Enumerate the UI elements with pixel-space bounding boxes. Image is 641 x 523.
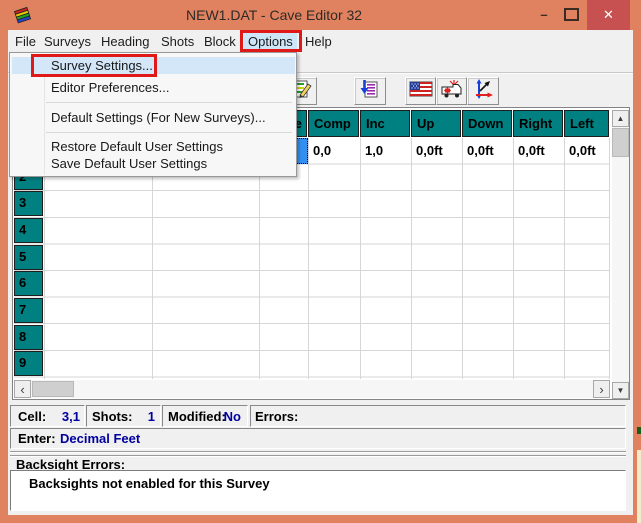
menu-shots[interactable]: Shots — [157, 33, 198, 52]
status-errors-panel: Errors: — [250, 405, 626, 427]
cell-right[interactable]: 0,0ft — [513, 138, 563, 164]
errors-label: Errors: — [255, 409, 298, 424]
annotation-survey-settings-box — [31, 54, 157, 77]
modified-value: No — [224, 409, 241, 424]
menu-file[interactable]: File — [11, 33, 40, 52]
status-modified-panel: Modified: No — [162, 405, 248, 427]
hscroll-left-button[interactable]: ‹ — [14, 380, 31, 398]
import-surveys-button[interactable] — [354, 77, 386, 105]
scroll-left-icon: ‹ — [20, 382, 24, 397]
ambulance-button[interactable] — [436, 77, 467, 105]
row-header-5[interactable]: 5 — [14, 245, 43, 270]
ambulance-icon — [440, 78, 464, 105]
vscroll-down-button[interactable]: ▼ — [612, 382, 629, 399]
scroll-up-icon: ▲ — [617, 114, 625, 123]
desktop-artifact — [637, 450, 641, 523]
row-header-7[interactable]: 7 — [14, 298, 43, 323]
app-icon — [13, 5, 33, 25]
cell-left[interactable]: 0,0ft — [564, 138, 609, 164]
annotation-options-box — [240, 30, 302, 52]
divider — [10, 451, 626, 453]
hscrollbar-thumb[interactable] — [32, 381, 74, 397]
window-frame: NEW1.DAT - Cave Editor 32 – ✕ File Surve… — [0, 0, 641, 523]
shots-label: Shots: — [92, 409, 132, 424]
modified-label: Modified: — [168, 409, 226, 424]
column-header-up[interactable]: Up — [411, 110, 461, 137]
menu-item-editor-preferences[interactable]: Editor Preferences... — [51, 80, 170, 96]
menu-block[interactable]: Block — [200, 33, 240, 52]
cell-value: 3,1 — [62, 409, 80, 424]
hscrollbar-track[interactable] — [14, 380, 610, 398]
menu-help[interactable]: Help — [301, 33, 336, 52]
cell-comp[interactable]: 0,0 — [308, 138, 359, 164]
shots-value: 1 — [148, 409, 155, 424]
desktop-artifact — [637, 427, 641, 434]
cell-up[interactable]: 0,0ft — [411, 138, 461, 164]
cell-down[interactable]: 0,0ft — [462, 138, 512, 164]
vscroll-up-button[interactable]: ▲ — [612, 110, 629, 127]
column-header-inc[interactable]: Inc — [360, 110, 410, 137]
column-header-down[interactable]: Down — [462, 110, 512, 137]
scroll-right-icon: › — [599, 382, 603, 397]
status-shots-panel: Shots: 1 — [86, 405, 161, 427]
menu-surveys[interactable]: Surveys — [40, 33, 95, 52]
hscroll-right-button[interactable]: › — [593, 380, 610, 398]
cell-inc[interactable]: 1,0 — [360, 138, 410, 164]
menubar: File Surveys Heading Shots Block Options… — [8, 30, 633, 52]
status-cell-panel: Cell: 3,1 — [10, 405, 85, 427]
column-header-right[interactable]: Right — [513, 110, 563, 137]
enter-label: Enter: — [18, 431, 56, 446]
menu-separator — [46, 132, 292, 133]
menu-item-save-defaults[interactable]: Save Default User Settings — [51, 156, 207, 172]
row-header-6[interactable]: 6 — [14, 271, 43, 296]
column-header-comp[interactable]: Comp — [308, 110, 359, 137]
import-surveys-icon — [359, 78, 381, 105]
us-flag-button[interactable] — [405, 77, 436, 105]
axes-icon — [472, 78, 494, 105]
titlebar: NEW1.DAT - Cave Editor 32 – ✕ — [0, 0, 641, 30]
status-enter-panel: Enter: Decimal Feet — [10, 428, 626, 449]
backsight-message: Backsights not enabled for this Survey — [29, 476, 270, 491]
row-header-8[interactable]: 8 — [14, 325, 43, 350]
minimize-button[interactable]: – — [532, 0, 556, 28]
vscrollbar-thumb[interactable] — [612, 128, 629, 157]
window-title: NEW1.DAT - Cave Editor 32 — [186, 7, 362, 23]
us-flag-icon — [409, 80, 433, 103]
menu-item-restore-defaults[interactable]: Restore Default User Settings — [51, 139, 223, 155]
menu-item-default-settings[interactable]: Default Settings (For New Surveys)... — [51, 110, 266, 126]
row-header-3[interactable]: 3 — [14, 191, 43, 216]
cell-label: Cell: — [18, 409, 46, 424]
close-icon: ✕ — [603, 7, 614, 23]
maximize-button[interactable] — [558, 0, 584, 28]
close-button[interactable]: ✕ — [587, 0, 630, 30]
backsight-errors-box: Backsights not enabled for this Survey — [10, 470, 626, 511]
menu-separator — [46, 102, 292, 103]
row-header-4[interactable]: 4 — [14, 218, 43, 243]
enter-value: Decimal Feet — [60, 431, 140, 446]
column-header-left[interactable]: Left — [564, 110, 609, 137]
row-header-9[interactable]: 9 — [14, 351, 43, 376]
scroll-down-icon: ▼ — [617, 386, 625, 395]
maximize-icon — [564, 8, 579, 21]
menu-heading[interactable]: Heading — [97, 33, 153, 52]
axes-button[interactable] — [467, 77, 499, 105]
